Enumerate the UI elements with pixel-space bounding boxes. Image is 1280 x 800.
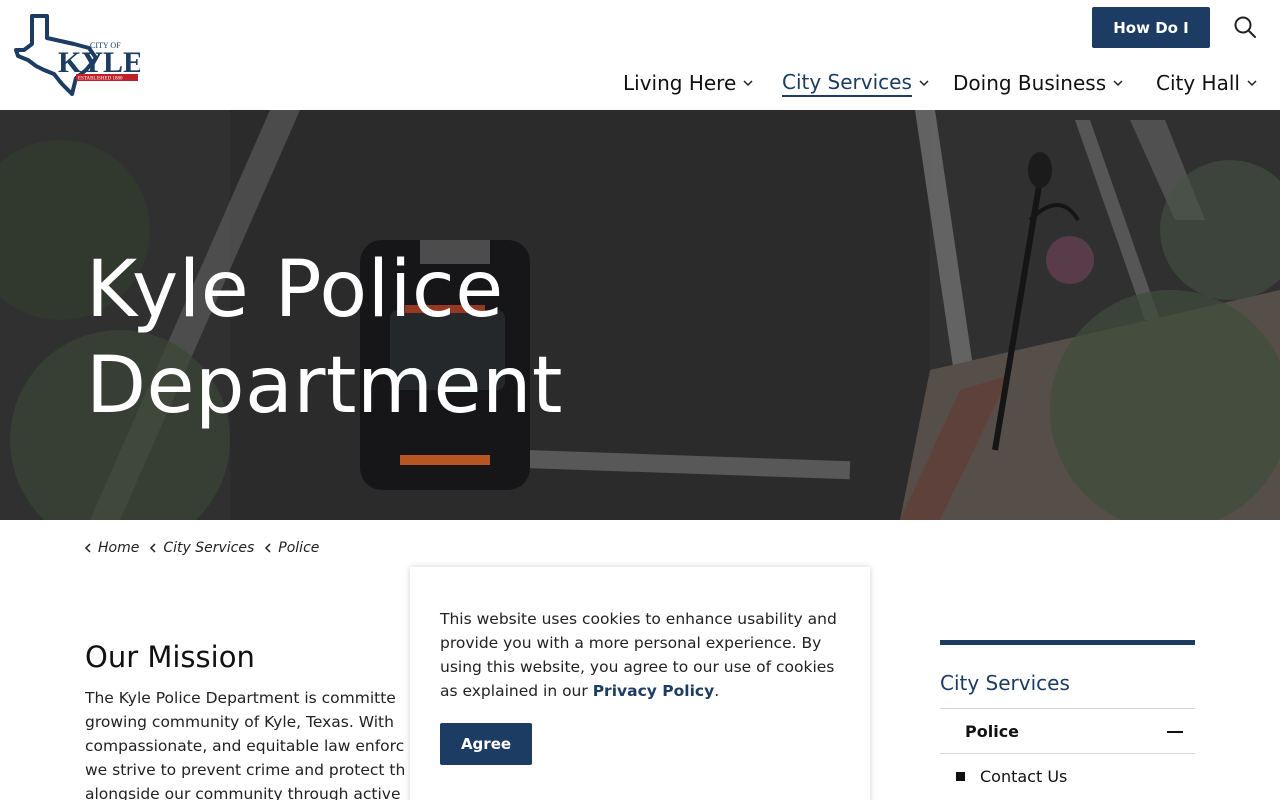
nav-city-services[interactable]: City Services — [782, 68, 930, 98]
breadcrumb-home[interactable]: Home — [84, 540, 139, 556]
chevron-left-icon — [150, 543, 156, 553]
breadcrumb-police[interactable]: Police — [264, 540, 319, 556]
cookie-message: This website uses cookies to enhance usa… — [440, 610, 837, 700]
chevron-left-icon — [84, 543, 91, 553]
svg-text:ESTABLISHED 1880: ESTABLISHED 1880 — [78, 77, 123, 82]
privacy-policy-link[interactable]: Privacy Policy — [593, 682, 715, 700]
site-header: CITY OF KYLE ESTABLISHED 1880 How Do I L… — [0, 0, 1280, 110]
search-icon[interactable] — [1232, 14, 1258, 40]
sidebar-nav: City Services Police Contact Us — [940, 640, 1195, 798]
sidebar-item-contact-us[interactable]: Contact Us — [940, 753, 1195, 798]
nav-living-here[interactable]: Living Here — [623, 68, 754, 98]
square-bullet-icon — [956, 772, 965, 781]
breadcrumb: Home City Services Police — [84, 540, 329, 556]
hero-banner: Kyle Police Department — [0, 110, 1280, 520]
agree-button[interactable]: Agree — [440, 723, 532, 765]
chevron-down-icon — [919, 80, 929, 87]
nav-doing-business[interactable]: Doing Business — [953, 68, 1124, 98]
city-of-kyle-logo[interactable]: CITY OF KYLE ESTABLISHED 1880 — [14, 14, 140, 96]
sidebar-item-police[interactable]: Police — [940, 708, 1195, 753]
how-do-i-button[interactable]: How Do I — [1092, 7, 1210, 48]
chevron-down-icon — [1113, 80, 1123, 87]
breadcrumb-city-services[interactable]: City Services — [149, 540, 254, 556]
mission-text: The Kyle Police Department is committe g… — [85, 689, 406, 800]
collapse-icon[interactable] — [1167, 731, 1183, 733]
sidebar-accent-bar — [940, 640, 1195, 645]
page-title: Kyle Police Department — [86, 245, 563, 431]
sidebar-title[interactable]: City Services — [940, 671, 1195, 708]
cookie-banner: This website uses cookies to enhance usa… — [410, 567, 870, 800]
chevron-left-icon — [265, 543, 271, 553]
nav-city-hall[interactable]: City Hall — [1156, 68, 1258, 98]
chevron-down-icon — [743, 80, 753, 87]
mission-heading: Our Mission — [85, 640, 255, 674]
chevron-down-icon — [1247, 80, 1257, 87]
